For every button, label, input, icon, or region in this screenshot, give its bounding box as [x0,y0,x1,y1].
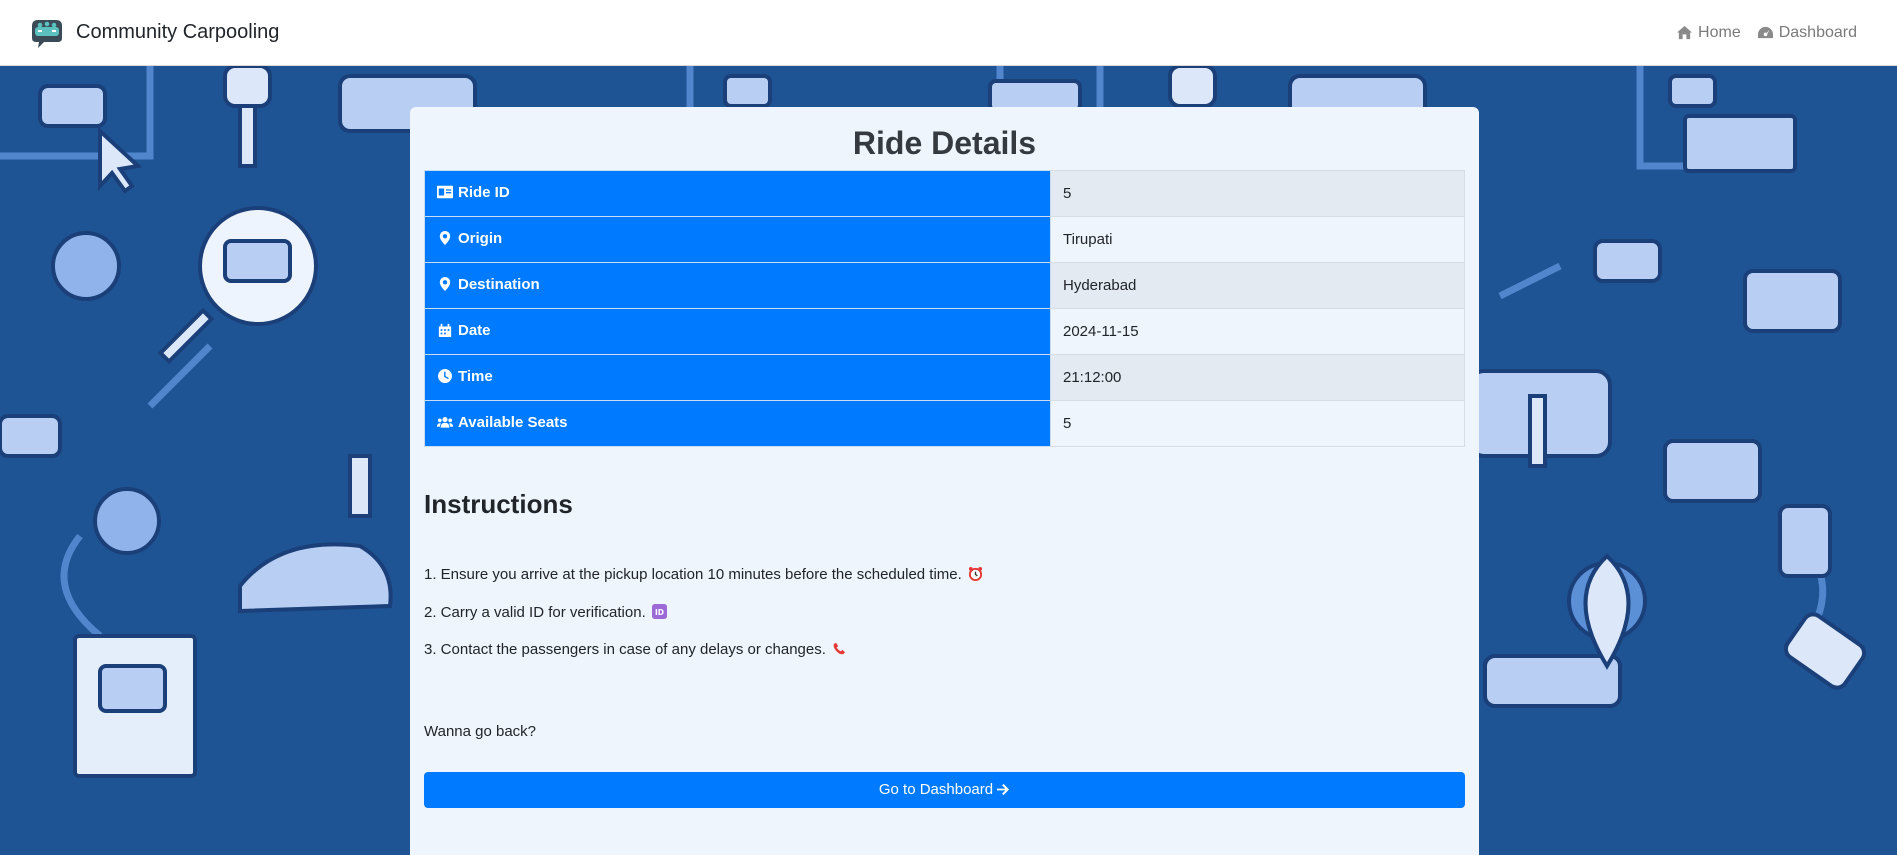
map-marker-icon [439,277,451,292]
nav-links: Home Dashboard [1676,24,1871,42]
available-seats-value: 5 [1050,400,1465,447]
home-icon [1677,25,1693,40]
list-item: 1. Ensure you arrive at the pickup locat… [424,566,1465,604]
destination-value: Hyderabad [1050,262,1465,309]
nav-dashboard-label: Dashboard [1778,23,1857,41]
alarm-clock-emoji [968,566,982,581]
instructions-list: 1. Ensure you arrive at the pickup locat… [424,566,1465,679]
nav-home-link[interactable]: Home [1676,24,1741,42]
top-navbar: Community Carpooling Home Dashboard [0,0,1897,66]
clock-icon [437,369,452,384]
origin-label-cell: Origin [424,216,1051,263]
table-row: Available Seats 5 [424,400,1465,447]
ride-id-value: 5 [1050,170,1465,217]
table-row: Destination Hyderabad [424,262,1465,309]
table-row: Time 21:12:00 [424,354,1465,401]
page-title: Ride Details [852,125,1037,161]
table-row: Ride ID 5 [424,170,1465,217]
instruction-text-1: 1. Ensure you arrive at the pickup locat… [424,566,962,583]
instruction-text-3: 3. Contact the passengers in case of any… [424,641,826,658]
arrow-right-icon [997,783,1010,796]
date-value: 2024-11-15 [1050,308,1465,355]
available-seats-label-cell: Available Seats [424,400,1051,447]
instruction-text-2: 2. Carry a valid ID for verification. [424,603,646,621]
ride-id-label-cell: Ride ID [424,170,1051,217]
map-marker-icon [439,231,451,246]
nav-dashboard-link[interactable]: Dashboard [1757,24,1857,42]
list-item: 2. Carry a valid ID for verification. ID [424,603,1465,642]
telephone-emoji [833,642,846,655]
origin-label: Origin [458,229,503,247]
ride-details-card: Ride Details Ride ID 5 Origin Tirupati D… [410,107,1479,855]
origin-value: Tirupati [1050,216,1465,263]
ride-details-table: Ride ID 5 Origin Tirupati Destination Hy [424,170,1465,447]
available-seats-label: Available Seats [458,413,568,431]
destination-label: Destination [458,275,540,293]
destination-label-cell: Destination [424,262,1051,309]
users-icon [437,417,453,428]
time-label: Time [458,367,493,385]
carpool-logo-icon [32,19,62,48]
time-label-cell: Time [424,354,1051,401]
dashboard-gauge-icon [1757,26,1773,39]
table-row: Date 2024-11-15 [424,308,1465,355]
list-item: 3. Contact the passengers in case of any… [424,641,1465,679]
instructions-heading: Instructions [424,489,573,519]
go-back-prompt: Wanna go back? [424,722,537,740]
brand-name: Community Carpooling [76,21,280,43]
time-value: 21:12:00 [1050,354,1465,401]
brand[interactable]: Community Carpooling [26,16,279,50]
go-to-dashboard-button[interactable]: Go to Dashboard [424,771,1465,808]
id-emoji: ID [651,603,667,619]
table-row: Origin Tirupati [424,216,1465,263]
date-label-cell: Date [424,308,1051,355]
go-to-dashboard-label: Go to Dashboard [878,781,994,798]
calendar-icon [438,324,452,338]
svg-text:ID: ID [655,607,664,616]
nav-home-label: Home [1698,23,1741,41]
ride-id-label: Ride ID [458,183,510,201]
id-card-icon [437,186,453,199]
date-label: Date [458,321,491,339]
